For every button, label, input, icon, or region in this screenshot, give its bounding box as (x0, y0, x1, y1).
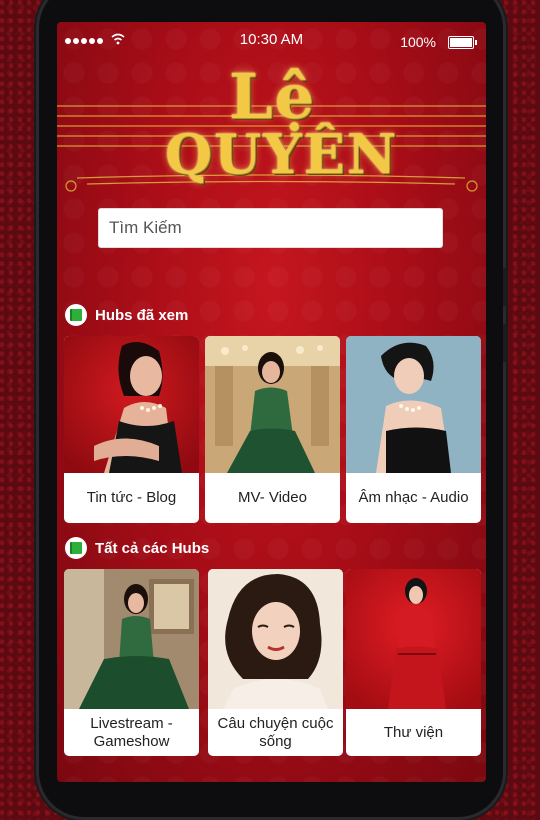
hub-card-label: MV- Video (238, 489, 307, 506)
book-icon (65, 304, 87, 326)
hub-card-mv-video[interactable]: MV- Video (205, 336, 340, 523)
hub-card-livestream[interactable]: Livestream - Gameshow (64, 569, 199, 756)
hub-image (64, 569, 199, 709)
battery-icon (448, 36, 477, 49)
hub-image (346, 336, 481, 473)
hub-card-label: Thư viện (383, 723, 444, 741)
phone-side-button (503, 268, 507, 306)
hub-image (64, 336, 199, 473)
logo-text-bottom: QUYÊN (165, 122, 399, 186)
section-title-all-hubs: Tất cả các Hubs (65, 537, 209, 559)
status-bar: 10:30 AM 100% (57, 22, 486, 60)
hub-card-library[interactable]: Thư viện (346, 569, 481, 756)
hub-card-blog[interactable]: Tin tức - Blog (64, 336, 199, 523)
brand-logo: Lệ QUYÊN (57, 60, 486, 200)
hub-card-label: Tin tức - Blog (86, 489, 177, 506)
section-title-text: Hubs đã xem (95, 306, 189, 324)
battery-level (450, 38, 472, 47)
book-icon (65, 537, 87, 559)
app-screen: 10:30 AM 100% Lệ QUYÊN Hubs đã xem (57, 22, 486, 782)
hub-image (346, 569, 481, 709)
hub-card-life-stories[interactable]: Câu chuyện cuộc sống (208, 569, 343, 756)
phone-side-button (503, 324, 507, 362)
section-title-viewed-hubs: Hubs đã xem (65, 304, 188, 326)
hub-card-label: Âm nhạc - Audio (358, 489, 469, 506)
section-title-text: Tất cả các Hubs (95, 539, 210, 557)
hub-image (208, 569, 343, 709)
hub-card-label: Livestream - Gameshow (90, 714, 173, 750)
search-input[interactable] (98, 208, 443, 248)
battery-percentage: 100% (400, 34, 436, 50)
hub-card-audio[interactable]: Âm nhạc - Audio (346, 336, 481, 523)
hub-card-label: Câu chuyện cuộc sống (217, 714, 334, 750)
hub-image (205, 336, 340, 473)
